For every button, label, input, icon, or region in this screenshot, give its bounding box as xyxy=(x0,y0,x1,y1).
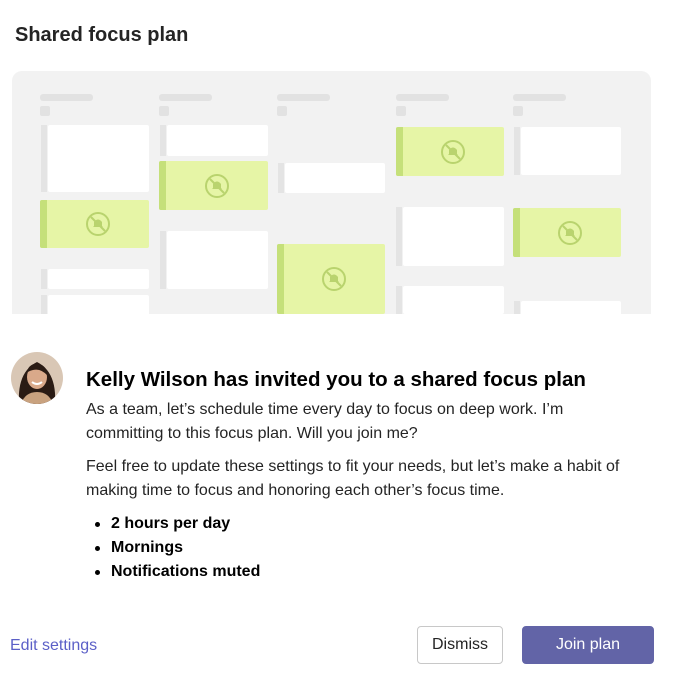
day-header xyxy=(159,94,212,101)
calendar-event xyxy=(41,269,149,289)
calendar-event xyxy=(396,286,504,314)
calendar-event xyxy=(278,163,385,193)
dialog-title: Shared focus plan xyxy=(15,24,189,46)
plan-setting-label: Notifications muted xyxy=(111,563,261,580)
calendar-event xyxy=(396,207,504,266)
calendar-event xyxy=(160,125,268,156)
notifications-muted-icon xyxy=(558,220,582,245)
join-plan-button[interactable]: Join plan xyxy=(522,626,654,664)
notifications-muted-icon xyxy=(204,173,229,198)
calendar-event xyxy=(514,301,621,314)
day-header-marker xyxy=(513,106,523,116)
dismiss-button[interactable]: Dismiss xyxy=(417,626,503,664)
focus-block xyxy=(159,161,268,210)
user-avatar-photo xyxy=(11,352,63,404)
plan-setting-item: 2 hours per day xyxy=(95,512,260,536)
notifications-muted-icon xyxy=(85,212,110,236)
plan-setting-item: Mornings xyxy=(95,536,260,560)
day-header xyxy=(513,94,566,101)
notifications-muted-icon xyxy=(322,267,346,291)
calendar-event xyxy=(41,125,149,192)
bullet-icon xyxy=(95,546,100,551)
bullet-icon xyxy=(95,570,100,575)
bullet-icon xyxy=(95,522,100,527)
focus-block xyxy=(40,200,149,248)
calendar-event xyxy=(160,231,268,289)
day-header-marker xyxy=(159,106,169,116)
plan-setting-label: Mornings xyxy=(111,539,183,556)
day-header-marker xyxy=(396,106,406,116)
plan-setting-item: Notifications muted xyxy=(95,560,260,584)
avatar xyxy=(11,352,63,404)
day-header xyxy=(40,94,93,101)
plan-setting-label: 2 hours per day xyxy=(111,515,231,532)
invite-message: As a team, let’s schedule time every day… xyxy=(86,401,564,442)
day-header xyxy=(396,94,449,101)
focus-block xyxy=(396,127,504,176)
calendar-illustration xyxy=(12,71,651,314)
focus-block xyxy=(277,244,385,314)
invite-title: Kelly Wilson has invited you to a shared… xyxy=(86,368,586,391)
plan-settings-list: 2 hours per day Mornings Notifications m… xyxy=(95,512,260,584)
day-header-marker xyxy=(40,106,50,116)
calendar-event xyxy=(514,127,621,175)
notifications-muted-icon xyxy=(441,139,465,164)
invite-note: Feel free to update these settings to fi… xyxy=(86,458,620,499)
focus-block xyxy=(513,208,621,257)
day-header xyxy=(277,94,330,101)
calendar-event xyxy=(41,295,149,314)
edit-settings-link[interactable]: Edit settings xyxy=(10,637,97,655)
day-header-marker xyxy=(277,106,287,116)
